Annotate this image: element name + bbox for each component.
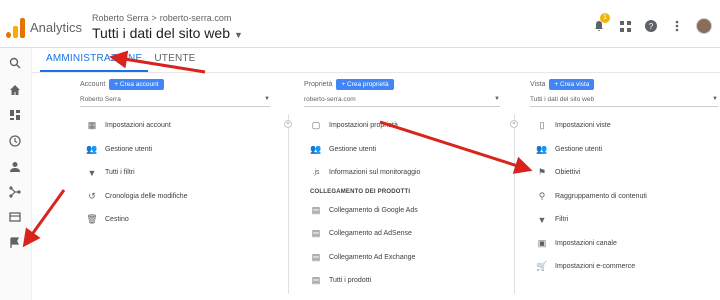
list-item[interactable]: 🗑 Cestino	[86, 208, 188, 232]
property-column: Proprietà + Crea proprietà roberto-serra…	[304, 78, 500, 300]
create-view-button[interactable]: + Crea vista	[549, 78, 595, 90]
dashboard-icon[interactable]	[9, 108, 23, 122]
channel-icon: ▣	[537, 237, 547, 248]
link-icon: ▤	[311, 251, 321, 262]
building-icon: ▦	[87, 120, 97, 131]
hierarchy-icon: ⚲	[538, 190, 546, 201]
list-item[interactable]: ▯ Impostazioni viste	[536, 114, 647, 138]
list-item[interactable]: 👥 Gestione utenti	[86, 138, 188, 162]
list-item[interactable]: ▣ Impostazioni canale	[536, 232, 647, 256]
people-icon: 👥	[310, 143, 322, 154]
collapse-handle[interactable]: =	[510, 120, 518, 128]
list-item[interactable]: ⚲ Raggruppamento di contenuti	[536, 185, 647, 209]
person-icon[interactable]	[9, 160, 23, 174]
search-icon[interactable]	[9, 56, 23, 70]
apps-icon[interactable]	[618, 19, 632, 33]
app-name: Analytics	[30, 20, 83, 35]
breadcrumb-property[interactable]: roberto-serra.com	[160, 13, 232, 23]
trash-icon: 🗑	[86, 214, 98, 225]
list-item[interactable]: ▤ Collegamento di Google Ads	[310, 199, 420, 223]
top-bar: Analytics Roberto Serra > roberto-serra.co…	[0, 0, 720, 48]
tab-divider	[32, 72, 720, 73]
flag-icon: ⚑	[537, 167, 547, 178]
clock-icon[interactable]	[9, 134, 23, 148]
people-icon: 👥	[86, 143, 98, 154]
breadcrumb[interactable]: Roberto Serra > roberto-serra.com	[92, 13, 231, 23]
list-item[interactable]: ▼ Filtri	[536, 208, 647, 232]
history-icon: ↺	[88, 190, 96, 201]
list-item[interactable]: 👥 Gestione utenti	[536, 138, 647, 162]
view-selector[interactable]: Tutti i dati del sito web ▼	[92, 25, 243, 41]
caret-down-icon: ▼	[494, 96, 500, 102]
create-account-button[interactable]: + Crea account	[109, 78, 164, 90]
breadcrumb-account[interactable]: Roberto Serra	[92, 13, 149, 23]
flag-icon[interactable]	[9, 236, 23, 250]
admin-tabs: AMMINISTRAZIONE UTENTE	[40, 50, 202, 72]
property-selector[interactable]: roberto-serra.com ▼	[304, 96, 500, 107]
caret-down-icon: ▼	[234, 30, 243, 40]
link-icon: ▤	[311, 204, 321, 215]
link-icon: ▤	[311, 275, 321, 286]
chevron-right-icon: >	[151, 13, 157, 23]
bell-icon[interactable]: 1	[592, 13, 610, 33]
filter-icon: ▼	[537, 214, 547, 225]
tab-administration[interactable]: AMMINISTRAZIONE	[40, 50, 149, 72]
list-item[interactable]: 👥 Gestione utenti	[310, 138, 420, 162]
more-vert-icon[interactable]	[670, 19, 684, 33]
caret-down-icon: ▼	[712, 96, 718, 102]
column-divider	[288, 114, 289, 294]
arrow-to-flag-icon	[22, 189, 66, 248]
analytics-logo[interactable]	[6, 18, 28, 38]
notification-badge: 1	[600, 13, 610, 23]
filter-icon: ▼	[87, 167, 97, 178]
property-label: Proprietà	[304, 80, 333, 88]
create-property-button[interactable]: + Crea proprietà	[336, 78, 394, 90]
list-item[interactable]: ▢ Impostazioni proprietà	[310, 114, 420, 138]
list-item[interactable]: ▦ Impostazioni account	[86, 114, 188, 138]
home-icon[interactable]	[9, 83, 23, 97]
list-item[interactable]: ▼ Tutti i filtri	[86, 161, 188, 185]
list-item[interactable]: 🛒 Impostazioni e-commerce	[536, 255, 647, 279]
view-label: Vista	[530, 80, 546, 88]
tab-user[interactable]: UTENTE	[148, 50, 201, 72]
list-item[interactable]: ▤ Tutti i prodotti	[310, 269, 420, 293]
list-item[interactable]: ⚑ Obiettivi	[536, 161, 647, 185]
list-item[interactable]: ▤ Collegamento ad AdSense	[310, 222, 420, 246]
cart-icon: 🛒	[536, 261, 548, 272]
account-column: Account + Crea account Roberto Serra ▼ ▦ I…	[80, 78, 270, 300]
help-icon[interactable]: ?	[644, 19, 658, 33]
section-heading: COLLEGAMENTO DEI PRODOTTI	[310, 188, 411, 195]
view-dropdown[interactable]: Tutti i dati del sito web ▼	[530, 96, 718, 107]
account-label: Account	[80, 80, 106, 88]
account-selector[interactable]: Roberto Serra ▼	[80, 96, 270, 107]
link-icon: ▤	[311, 228, 321, 239]
square-icon: ▢	[311, 120, 321, 131]
avatar[interactable]	[696, 18, 712, 34]
list-item[interactable]: ↺ Cronologia delle modifiche	[86, 185, 187, 209]
list-item[interactable]: ▤ Collegamento Ad Exchange	[310, 246, 420, 270]
people-icon: 👥	[536, 143, 548, 154]
display-icon[interactable]	[9, 210, 23, 224]
view-title: Tutti i dati del sito web	[92, 25, 230, 41]
acquisition-icon[interactable]	[9, 185, 23, 199]
left-sidebar	[0, 48, 32, 300]
view-column: Vista + Crea vista Tutti i dati del sito…	[530, 78, 718, 300]
js-icon: .js	[312, 169, 320, 177]
svg-text:?: ?	[649, 22, 654, 31]
column-divider	[514, 114, 515, 294]
caret-down-icon: ▼	[264, 96, 270, 102]
collapse-handle[interactable]: =	[284, 120, 292, 128]
doc-icon: ▯	[539, 120, 545, 131]
list-item[interactable]: .js Informazioni sul monitoraggio	[310, 161, 421, 185]
